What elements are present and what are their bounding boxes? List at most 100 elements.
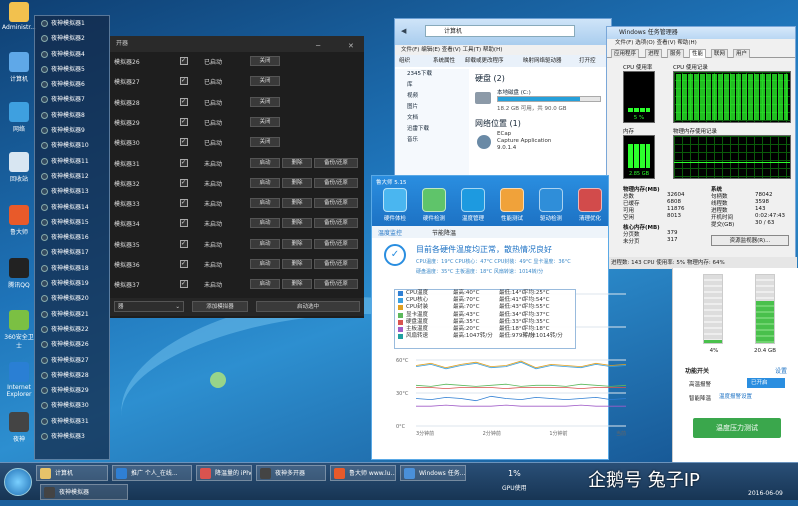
explorer-sidebar-item[interactable]: 文档 (395, 113, 469, 124)
alarm-toggle[interactable]: 已开启 (747, 378, 785, 388)
row-action-button[interactable]: 删除 (282, 157, 312, 168)
explorer-sidebar-item[interactable]: 迅雷下载 (395, 124, 469, 135)
row-action-button[interactable]: 启动 (250, 218, 280, 229)
explorer-sidebar-item[interactable]: 库 (395, 80, 469, 91)
legend-row[interactable]: CPU封装 最高:70°C 最低:43°C 平均:55°C (395, 304, 575, 311)
row-action-button[interactable]: 启动 (250, 157, 280, 168)
emulator-list-item[interactable]: 夜神模拟器2 (35, 31, 109, 46)
desktop-icon[interactable]: 腾讯QQ (2, 258, 36, 289)
drive-c[interactable]: 本地磁盘 (C:) 18.2 GB 可用，共 90.0 GB (475, 88, 611, 116)
emulator-list-item[interactable]: 夜神模拟器28 (35, 368, 109, 383)
tab-energy-saving[interactable]: 节能降温 (432, 228, 456, 237)
emulator-list-item[interactable]: 夜神模拟器13 (35, 184, 109, 199)
emulator-list-item[interactable]: 夜神模拟器15 (35, 215, 109, 230)
tab-temperature-monitor[interactable]: 温度监控 (378, 228, 402, 237)
desktop-icon[interactable]: 回收站 (2, 152, 36, 183)
emulator-list-item[interactable]: 夜神模拟器3 (35, 429, 109, 444)
taskbar-emulator-button[interactable]: 夜神模拟器 (40, 484, 128, 500)
row-action-button[interactable]: 备份/还原 (314, 279, 358, 290)
explorer-toolbar-item[interactable]: 卸载或更改程序 (465, 55, 504, 67)
taskbar-window-button[interactable]: 计算机 (36, 465, 108, 481)
alarm-settings-link[interactable]: 温度报警设置 (711, 392, 752, 400)
taskmgr-tab[interactable]: 服务 (667, 49, 685, 58)
start-button[interactable] (4, 468, 32, 496)
row-action-button[interactable]: 删除 (282, 198, 312, 209)
emulator-list-item[interactable]: 夜神模拟器27 (35, 353, 109, 368)
explorer-toolbar-item[interactable]: 映射网络驱动器 (523, 55, 562, 67)
row-checkbox[interactable]: ✓ (180, 57, 188, 65)
legend-row[interactable]: 硬盘温度 最高:35°C 最低:33°C 平均:35°C (395, 319, 575, 326)
taskbar-window-button[interactable]: 夜神多开器 (256, 465, 326, 481)
emulator-list-item[interactable]: 夜神模拟器19 (35, 276, 109, 291)
legend-row[interactable]: 风扇转速 最高:1047转/分 最低:979转/分 平均:1014转/分 (395, 333, 575, 340)
desktop-icon[interactable]: 360安全卫士 (2, 310, 36, 350)
row-action-button[interactable]: 删除 (282, 218, 312, 229)
emulator-list-item[interactable]: 夜神模拟器22 (35, 322, 109, 337)
row-action-button[interactable]: 删除 (282, 279, 312, 290)
row-action-button[interactable]: 启动 (250, 259, 280, 269)
explorer-sidebar-item[interactable]: 视频 (395, 91, 469, 102)
taskbar-window-button[interactable]: Windows 任务... (400, 465, 466, 481)
emulator-list-item[interactable]: 夜神模拟器20 (35, 291, 109, 306)
emulator-list-item[interactable]: 夜神模拟器1 (35, 16, 109, 31)
row-action-button[interactable]: 删除 (282, 238, 312, 249)
emulator-list-item[interactable]: 夜神模拟器26 (35, 337, 109, 352)
taskmgr-tab[interactable]: 联网 (711, 49, 729, 58)
desktop-icon[interactable]: 计算机 (2, 52, 36, 83)
emulator-list-item[interactable]: 夜神模拟器16 (35, 230, 109, 245)
row-checkbox[interactable]: ✓ (180, 138, 188, 147)
row-checkbox[interactable]: ✓ (180, 219, 188, 228)
row-checkbox[interactable]: ✓ (180, 97, 188, 106)
row-action-button[interactable]: 备份/还原 (314, 238, 358, 249)
row-action-button[interactable]: 关闭 (250, 76, 280, 87)
tool-icon[interactable] (539, 188, 563, 212)
tool-icon[interactable] (422, 188, 446, 212)
settings-link[interactable]: 设置 (775, 366, 787, 375)
taskbar-window-button[interactable]: 推广 个人_在线... (112, 465, 192, 481)
explorer-sidebar-item[interactable]: 2345下载 (395, 69, 469, 80)
tool-icon[interactable] (578, 188, 602, 212)
tool-icon[interactable] (461, 188, 485, 212)
taskbar-window-button[interactable]: 降温量的 iPhone (196, 465, 252, 481)
tool-icon[interactable] (383, 188, 407, 212)
explorer-toolbar-item[interactable]: 系统属性 (433, 55, 455, 67)
explorer-toolbar-item[interactable]: 打开控 (579, 55, 596, 67)
row-action-button[interactable]: 关闭 (250, 116, 280, 127)
taskmgr-tab[interactable]: 用户 (733, 49, 751, 58)
emulator-list-item[interactable]: 夜神模拟器5 (35, 62, 109, 77)
row-action-button[interactable]: 启动 (250, 238, 280, 249)
emulator-list-item[interactable]: 夜神模拟器12 (35, 169, 109, 184)
address-bar[interactable]: 计算机 (425, 25, 575, 37)
taskmgr-menu[interactable]: 文件(F) 选项(O) 查看(V) 帮助(H) (607, 39, 795, 48)
row-checkbox[interactable]: ✓ (180, 199, 188, 208)
row-action-button[interactable]: 备份/还原 (314, 218, 358, 229)
explorer-sidebar-item[interactable]: 图片 (395, 102, 469, 113)
emulator-list-item[interactable]: 夜神模拟器14 (35, 200, 109, 215)
explorer-sidebar-item[interactable]: 音乐 (395, 135, 469, 146)
emulator-list-item[interactable]: 夜神模拟器29 (35, 383, 109, 398)
desktop-icon[interactable]: 网络 (2, 102, 36, 133)
explorer-toolbar-item[interactable]: 组织 (399, 55, 410, 67)
row-action-button[interactable]: 删除 (282, 177, 312, 188)
emulator-list-item[interactable]: 夜神模拟器4 (35, 47, 109, 62)
emulator-list-item[interactable]: 夜神模拟器21 (35, 307, 109, 322)
row-checkbox[interactable]: ✓ (180, 178, 188, 187)
row-action-button[interactable]: 备份/还原 (314, 198, 358, 209)
emulator-list-item[interactable]: 夜神模拟器18 (35, 261, 109, 276)
row-action-button[interactable]: 备份/还原 (314, 177, 358, 188)
back-icon[interactable]: ◀ (401, 27, 406, 35)
minimize-icon[interactable]: ─ (316, 38, 320, 54)
taskbar-window-button[interactable]: 鲁大师 www.lu... (330, 465, 396, 481)
row-action-button[interactable]: 关闭 (250, 56, 280, 66)
desktop-icon[interactable]: Administr... (2, 2, 36, 31)
row-checkbox[interactable]: ✓ (180, 117, 188, 126)
taskmgr-tab[interactable]: 性能 (689, 49, 707, 58)
row-checkbox[interactable]: ✓ (180, 260, 188, 268)
row-action-button[interactable]: 备份/还原 (314, 259, 358, 269)
row-checkbox[interactable]: ✓ (180, 158, 188, 167)
legend-row[interactable]: 显卡温度 最高:43°C 最低:34°C 平均:37°C (395, 312, 575, 319)
row-action-button[interactable]: 关闭 (250, 96, 280, 107)
emulator-dropdown[interactable]: 器 ⌄ (114, 301, 184, 312)
row-checkbox[interactable]: ✓ (180, 239, 188, 248)
taskmgr-tab[interactable]: 应用程序 (611, 49, 640, 58)
